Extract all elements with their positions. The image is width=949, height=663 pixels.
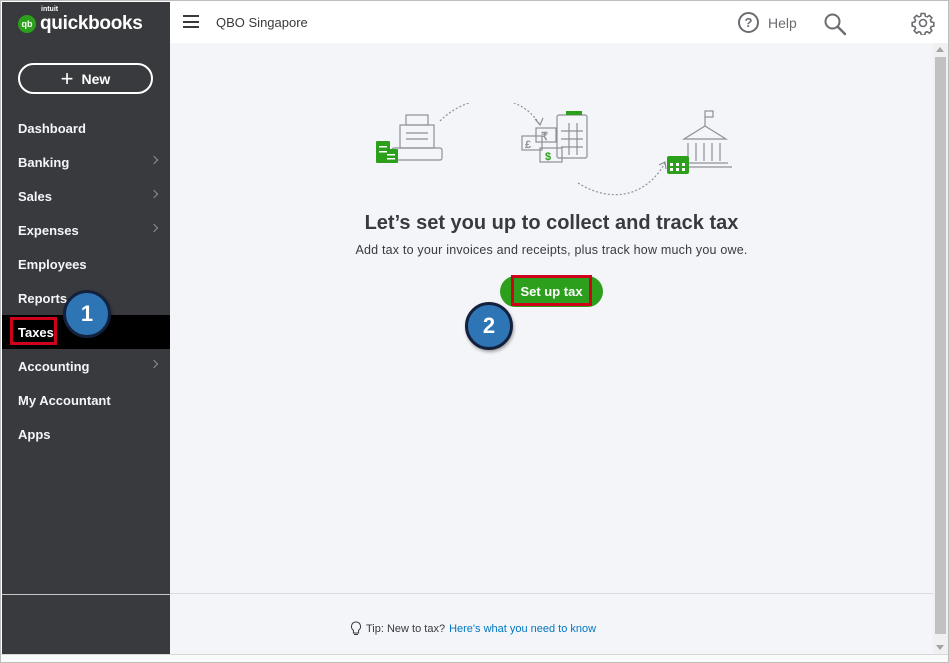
footer-divider (170, 593, 933, 594)
step-callout-1: 1 (63, 290, 111, 338)
sidebar-item-label: Reports (18, 290, 68, 306)
sidebar-divider (2, 594, 170, 595)
help-icon: ? (738, 12, 759, 33)
dollar-symbol: $ (545, 151, 551, 163)
pound-symbol: £ (525, 139, 531, 151)
sidebar-item-label: Expenses (18, 222, 79, 238)
tip-row: Tip: New to tax? Here's what you need to… (350, 621, 596, 637)
sidebar-item-label: Employees (18, 256, 87, 272)
sidebar-item-label: Accounting (18, 358, 90, 374)
sidebar-nav: Dashboard Banking Sales Expenses Employe… (2, 111, 170, 451)
sidebar-item-label: Banking (18, 154, 70, 170)
sidebar-item-label: Dashboard (18, 120, 86, 136)
sidebar-item-accounting[interactable]: Accounting (2, 349, 170, 383)
chevron-right-icon (149, 359, 159, 369)
rupee-symbol: ₹ (541, 131, 548, 143)
setup-highlight-box (511, 275, 592, 306)
menu-icon[interactable] (183, 15, 199, 28)
scroll-thumb[interactable] (935, 57, 946, 634)
search-icon[interactable] (823, 12, 847, 36)
logo-wordmark: intuit quickbooks (40, 6, 143, 35)
qb-logo-icon: qb (18, 15, 36, 33)
chevron-right-icon (149, 223, 159, 233)
sidebar-item-dashboard[interactable]: Dashboard (2, 111, 170, 145)
vertical-scrollbar[interactable] (933, 43, 948, 654)
gear-icon[interactable] (911, 11, 935, 35)
sidebar-item-sales[interactable]: Sales (2, 179, 170, 213)
company-name: QBO Singapore (216, 15, 308, 30)
new-button[interactable]: + New (18, 63, 153, 94)
top-bar: QBO Singapore ? Help (170, 2, 948, 43)
scroll-up-arrow-icon[interactable] (936, 47, 944, 52)
scroll-down-arrow-icon[interactable] (936, 645, 944, 650)
sidebar-item-label: Sales (18, 188, 52, 204)
page-title: Let’s set you up to collect and track ta… (364, 212, 739, 234)
page-subtitle: Add tax to your invoices and receipts, p… (355, 243, 748, 257)
taxes-highlight-box (10, 317, 57, 345)
logo-name: quickbooks (40, 13, 143, 34)
sidebar-item-expenses[interactable]: Expenses (2, 213, 170, 247)
plus-icon: + (60, 65, 74, 91)
lightbulb-icon (350, 621, 362, 635)
step-callout-2: 2 (465, 302, 513, 350)
sidebar-item-label: Apps (18, 426, 51, 442)
sidebar-item-label: My Accountant (18, 392, 111, 408)
sidebar-item-my-accountant[interactable]: My Accountant (2, 383, 170, 417)
chevron-right-icon (149, 155, 159, 165)
new-button-label: New (81, 70, 111, 87)
logo-intuit-text: intuit (41, 6, 59, 13)
bottom-edge (1, 654, 948, 662)
app-window: qb intuit quickbooks + New Dashboard Ban… (0, 0, 949, 663)
sidebar-item-banking[interactable]: Banking (2, 145, 170, 179)
tax-illustration: ₹ £ $ (376, 103, 732, 196)
chevron-right-icon (149, 189, 159, 199)
sidebar-item-apps[interactable]: Apps (2, 417, 170, 451)
tip-text: Tip: New to tax? (366, 623, 446, 635)
main-content: ₹ £ $ Let’s set you up to collect and tr… (170, 43, 933, 654)
help-button[interactable]: ? Help (738, 12, 797, 33)
quickbooks-logo[interactable]: qb intuit quickbooks (18, 6, 143, 36)
help-label: Help (768, 14, 797, 31)
tip-link[interactable]: Here's what you need to know (449, 623, 596, 635)
sidebar-item-employees[interactable]: Employees (2, 247, 170, 281)
